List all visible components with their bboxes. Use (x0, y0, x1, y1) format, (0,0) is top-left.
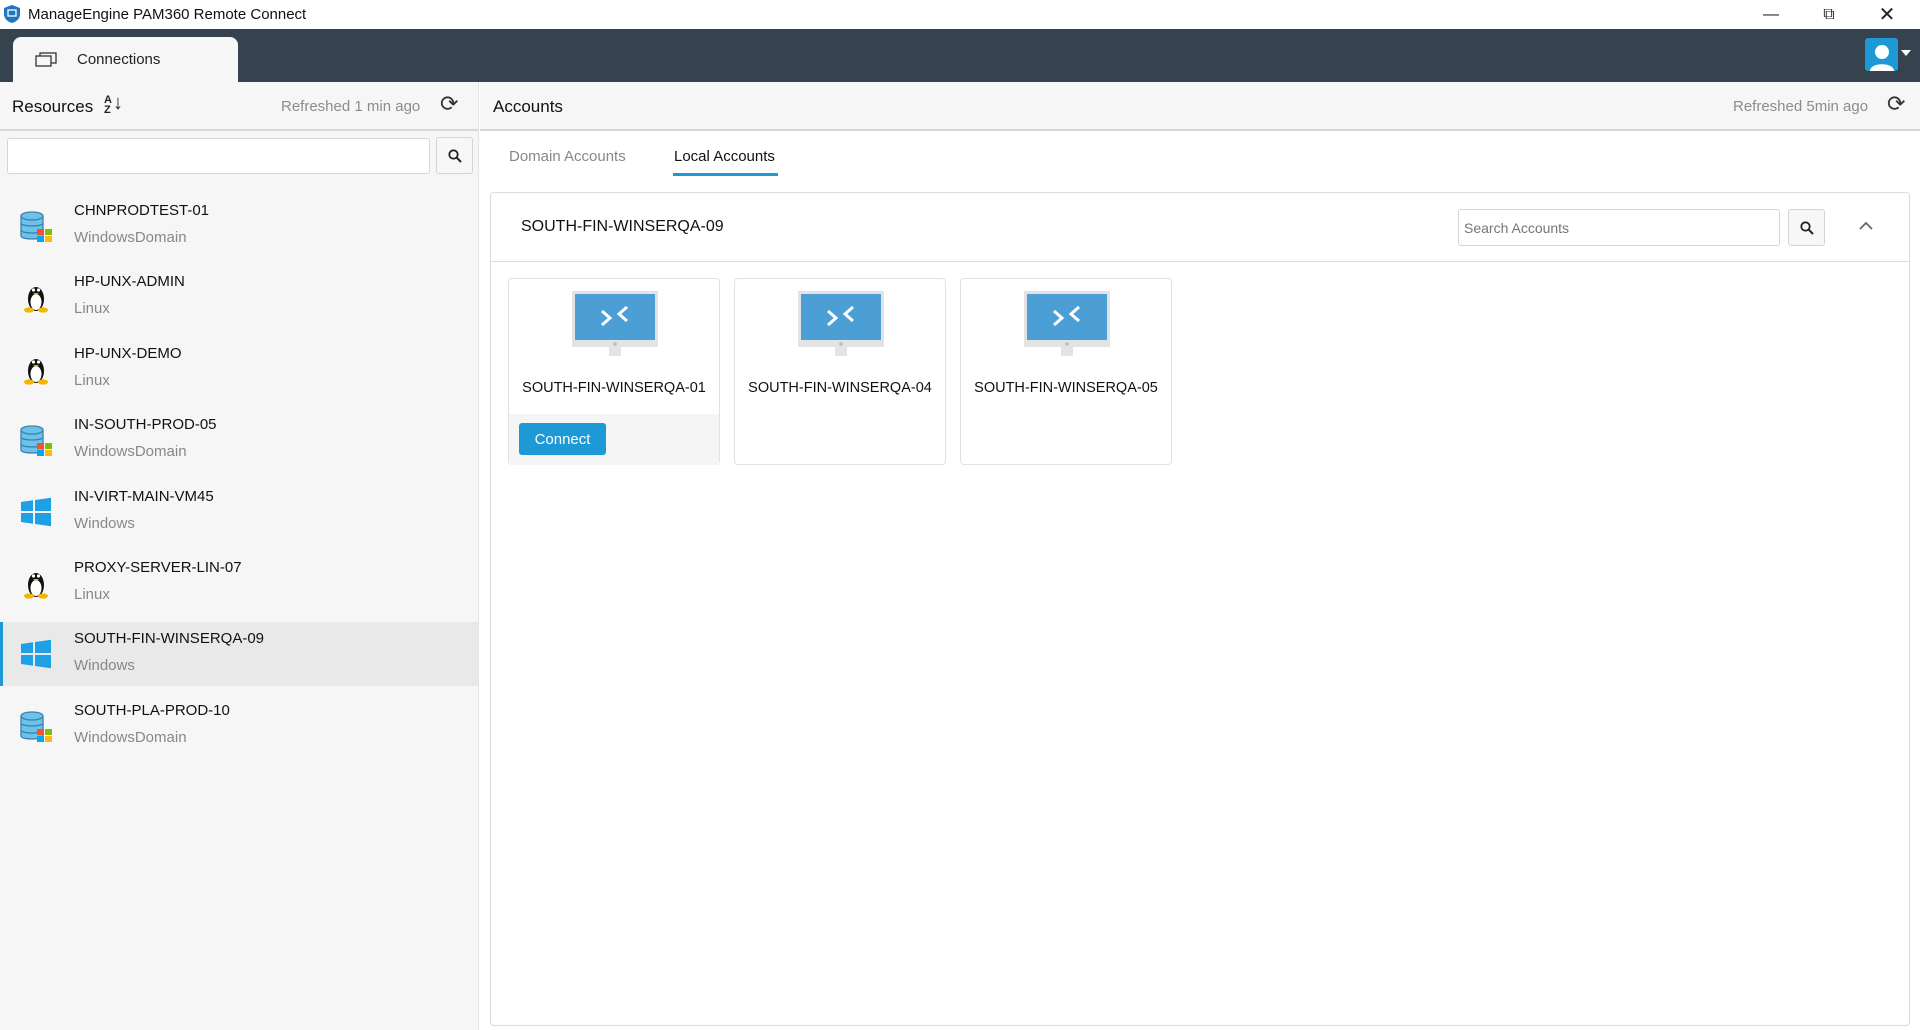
database-windows-icon (18, 708, 54, 744)
resource-type: WindowsDomain (74, 728, 187, 746)
resource-item[interactable]: SOUTH-PLA-PROD-10 WindowsDomain (0, 694, 478, 758)
windows-icon (18, 494, 54, 530)
resource-item[interactable]: PROXY-SERVER-LIN-07 Linux (0, 551, 478, 615)
sort-arrow-icon[interactable]: ↓ (113, 92, 123, 115)
collapse-chevron-up-icon[interactable] (1858, 221, 1874, 231)
resource-item[interactable]: SOUTH-FIN-WINSERQA-09 Windows (0, 622, 478, 687)
resource-name: IN-SOUTH-PROD-05 (74, 416, 217, 434)
database-windows-icon (18, 208, 54, 244)
linux-icon (18, 565, 54, 601)
resource-type: Windows (74, 514, 135, 532)
sort-az-icon[interactable]: AZ (104, 95, 112, 116)
resource-type: Linux (74, 300, 110, 318)
accounts-header: Accounts Refreshed 5min ago ⟳ (480, 82, 1920, 131)
linux-icon (18, 279, 54, 315)
tab-connections[interactable]: Connections (13, 37, 238, 82)
resource-item[interactable]: IN-SOUTH-PROD-05 WindowsDomain (0, 408, 478, 472)
account-name: SOUTH-FIN-WINSERQA-04 (748, 380, 932, 396)
search-accounts-button[interactable] (1788, 209, 1825, 246)
resource-name: SOUTH-PLA-PROD-10 (74, 701, 230, 719)
connections-icon (35, 51, 57, 67)
resource-item[interactable]: HP-UNX-DEMO Linux (0, 337, 478, 401)
accounts-refreshed: Refreshed 5min ago (1733, 98, 1869, 115)
resources-header: Resources AZ ↓ Refreshed 1 min ago ⟳ (0, 82, 478, 131)
account-name: SOUTH-FIN-WINSERQA-01 (522, 380, 706, 396)
tab-local-accounts[interactable]: Local Accounts (673, 148, 778, 176)
minimize-button[interactable]: — (1742, 0, 1800, 29)
tab-domain-accounts[interactable]: Domain Accounts (509, 148, 626, 173)
resource-search-input[interactable] (7, 138, 430, 174)
app-logo-icon (4, 5, 20, 23)
resource-name: IN-VIRT-MAIN-VM45 (74, 487, 214, 505)
restore-button[interactable]: ⧉ (1800, 0, 1858, 29)
resource-item[interactable]: IN-VIRT-MAIN-VM45 Windows (0, 480, 478, 544)
resource-name: CHNPRODTEST-01 (74, 202, 210, 219)
account-card[interactable]: SOUTH-FIN-WINSERQA-04 (734, 278, 946, 465)
window-title: ManageEngine PAM360 Remote Connect (28, 6, 307, 23)
tab-connections-label: Connections (77, 51, 161, 68)
account-name: SOUTH-FIN-WINSERQA-05 (974, 380, 1158, 396)
resource-type: Linux (74, 371, 110, 389)
account-card-footer: Connect (509, 414, 719, 465)
accounts-title: Accounts (493, 97, 563, 116)
search-icon (447, 148, 462, 163)
title-bar: ManageEngine PAM360 Remote Connect — ⧉ ✕ (0, 0, 1920, 29)
windows-icon (18, 636, 54, 672)
selected-resource-name: SOUTH-FIN-WINSERQA-09 (521, 218, 724, 235)
user-avatar-button[interactable] (1865, 38, 1898, 71)
user-icon (1869, 45, 1894, 71)
search-accounts-input[interactable] (1458, 209, 1780, 246)
resource-type: WindowsDomain (74, 229, 187, 246)
account-card[interactable]: SOUTH-FIN-WINSERQA-05 (960, 278, 1172, 465)
resource-type: Linux (74, 586, 110, 603)
search-icon (1799, 220, 1814, 235)
top-bar (0, 29, 1920, 82)
resource-type: WindowsDomain (74, 443, 187, 461)
resource-name: HP-UNX-ADMIN (74, 273, 185, 291)
refresh-resources-icon[interactable]: ⟳ (440, 91, 458, 117)
resources-title: Resources (12, 97, 94, 116)
resource-name: HP-UNX-DEMO (74, 344, 182, 362)
database-windows-icon (18, 422, 54, 458)
connect-button[interactable]: Connect (519, 423, 606, 455)
resources-refreshed: Refreshed 1 min ago (281, 98, 421, 115)
account-card[interactable]: SOUTH-FIN-WINSERQA-01 Connect (508, 278, 720, 465)
accounts-panel: SOUTH-FIN-WINSERQA-09 SOUTH-FIN-WINSERQA… (490, 192, 1910, 1026)
resource-name: SOUTH-FIN-WINSERQA-09 (74, 630, 265, 648)
resource-item[interactable]: HP-UNX-ADMIN Linux (0, 265, 478, 329)
close-button[interactable]: ✕ (1858, 0, 1916, 29)
resource-search-button[interactable] (436, 137, 473, 174)
refresh-accounts-icon[interactable]: ⟳ (1887, 91, 1905, 117)
resource-item[interactable]: CHNPRODTEST-01 WindowsDomain (0, 194, 478, 258)
resource-type: Windows (74, 657, 135, 675)
remote-desktop-monitor-icon (798, 291, 884, 368)
resource-name: PROXY-SERVER-LIN-07 (74, 559, 242, 576)
linux-icon (18, 351, 54, 387)
panel-header: SOUTH-FIN-WINSERQA-09 (491, 193, 1909, 262)
user-menu-caret-icon[interactable] (1901, 50, 1911, 56)
remote-desktop-monitor-icon (572, 291, 658, 368)
remote-desktop-monitor-icon (1024, 291, 1110, 368)
